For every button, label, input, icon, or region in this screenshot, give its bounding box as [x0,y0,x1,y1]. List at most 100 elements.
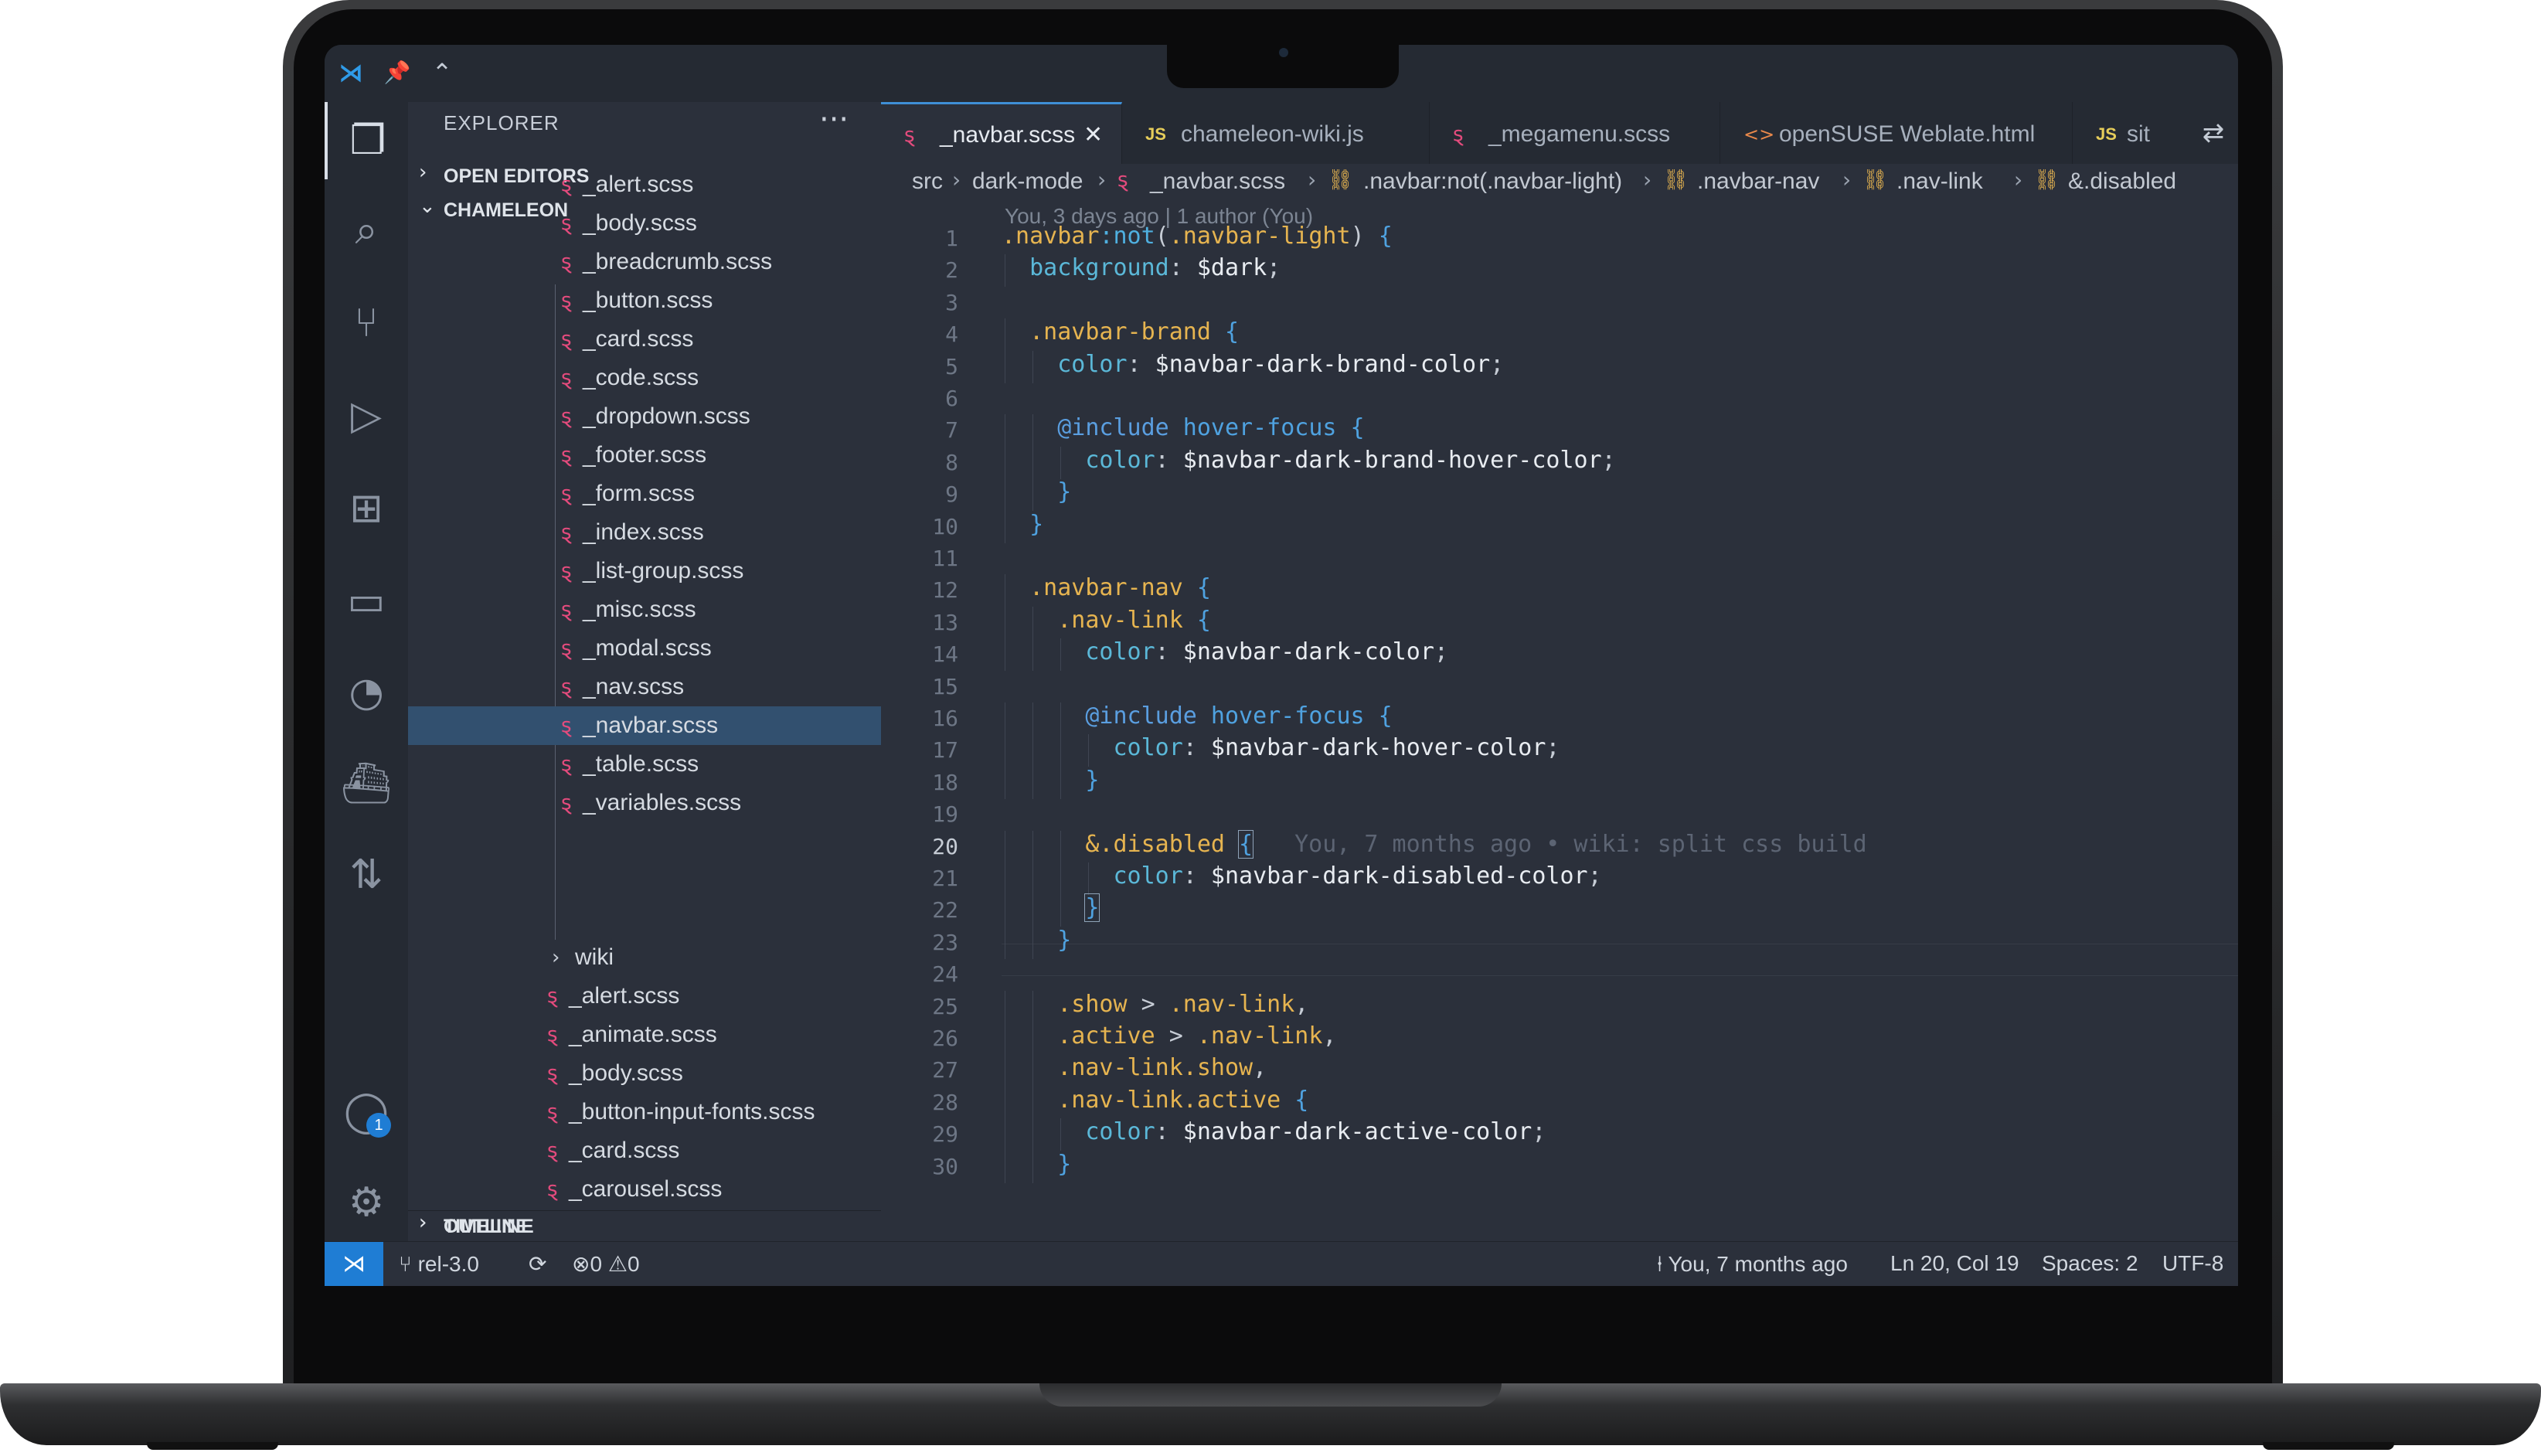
source-control-icon[interactable]: ⑂ [325,284,408,362]
code-line[interactable]: } [1057,478,1071,505]
docker-icon[interactable]: ⛴ [325,745,408,822]
tree-file-item[interactable]: ȿ _body.scss [408,1054,881,1093]
remote-icon[interactable]: ⋊ [325,1242,383,1286]
extensions-icon[interactable]: ⊞ [325,470,408,547]
sync-icon[interactable]: ⟳ [529,1251,546,1277]
remote-explorer-icon[interactable]: ▭ [325,563,408,640]
tree-file-item[interactable]: ȿ _body.scss [408,204,881,243]
code-line[interactable]: color: $navbar-dark-brand-hover-color; [1085,447,1615,474]
tree-file-item[interactable]: ȿ _alert.scss [408,977,881,1015]
section-timeline[interactable]: › TIMELINE [408,1210,881,1242]
symbol-selector-icon: ⛓ [1328,168,1354,192]
inline-blame-annotation[interactable]: You, 7 months ago • wiki: split css buil… [1294,831,1867,858]
branch-status[interactable]: ⑂ rel-3.0 [399,1251,479,1277]
tab-megamenu-scss[interactable]: ȿ _megamenu.scss [1430,102,1720,164]
folder-wiki[interactable]: › wiki [408,938,881,977]
breadcrumb-item[interactable]: _navbar.scss [1150,168,1285,195]
search-icon[interactable]: ⌕ [325,192,408,269]
tree-file-item[interactable]: ȿ _form.scss [408,475,881,513]
code-line[interactable]: } [1057,927,1071,954]
run-debug-icon[interactable]: ▷ [325,377,408,454]
code-line[interactable]: .nav-link.show, [1057,1054,1267,1081]
tree-file-item[interactable]: ȿ _table.scss [408,745,881,784]
chevron-up-icon[interactable]: ⌃ [425,56,459,90]
breadcrumb-item[interactable]: &.disabled [2068,168,2176,195]
code-line[interactable]: &.disabled {You, 7 months ago • wiki: sp… [1085,829,1867,859]
sass-file-icon: ȿ [547,1101,558,1124]
tab-opensuse-weblate-html[interactable]: <> openSUSE Weblate.html [1720,102,2073,164]
sass-file-icon: ȿ [561,328,572,351]
settings-gear-icon[interactable]: ⚙ [325,1164,408,1241]
breadcrumb-item[interactable]: dark-mode [972,168,1083,195]
tree-file-item[interactable]: ȿ _carousel.scss [408,1170,881,1209]
indent-guide [1088,862,1090,895]
sass-file-icon: ȿ [547,1139,558,1162]
indent-guide [1060,446,1062,479]
code-line[interactable]: .show > .nav-link, [1057,991,1308,1018]
pull-requests-icon[interactable]: ⇅ [325,836,408,913]
code-line[interactable]: } [1085,767,1099,794]
tree-file-label: _button-input-fonts.scss [569,1099,815,1124]
breadcrumb-item[interactable]: src [912,168,943,195]
tree-file-item[interactable]: ȿ _breadcrumb.scss [408,243,881,281]
tree-file-item[interactable]: ȿ _list-group.scss [408,552,881,590]
breadcrumb-item[interactable]: .nav-link [1896,168,1983,195]
tree-file-item[interactable]: ȿ _modal.scss [408,629,881,668]
code-line[interactable]: background: $dark; [1029,254,1281,281]
tree-file-item[interactable]: ȿ _animate.scss [408,1015,881,1054]
code-line[interactable]: .nav-link.active { [1057,1087,1308,1114]
tree-file-item[interactable]: ȿ _card.scss [408,1131,881,1170]
code-line[interactable]: .navbar:not(.navbar-light) { [1002,223,1393,250]
code-line[interactable]: .nav-link { [1057,607,1211,634]
cursor-position[interactable]: Ln 20, Col 19 [1890,1251,2019,1276]
code-line[interactable]: color: $navbar-dark-disabled-color; [1113,862,1601,890]
code-line[interactable]: color: $navbar-dark-brand-color; [1057,351,1504,378]
breadcrumb-item[interactable]: .navbar:not(.navbar-light) [1363,168,1622,195]
pin-icon[interactable]: 📌 [380,56,414,90]
close-tab-icon[interactable]: ✕ [1083,104,1103,164]
compare-changes-icon[interactable]: ⇄ [2189,102,2238,164]
code-line[interactable]: } [1029,511,1043,538]
code-token: } [1085,766,1100,794]
tree-file-item[interactable]: ȿ _variables.scss [408,784,881,822]
code-line[interactable]: .navbar-nav { [1029,574,1211,601]
line-number: 16 [932,706,958,731]
accounts-icon[interactable]: ◯ 1 [325,1073,408,1150]
tab-navbar-scss[interactable]: ȿ _navbar.scss ✕ [881,102,1122,164]
indentation[interactable]: Spaces: 2 [2042,1251,2138,1276]
tree-file-item[interactable]: ȿ _navbar.scss [408,706,881,745]
tree-file-item[interactable]: ȿ _dropdown.scss [408,397,881,436]
tree-file-item[interactable]: ȿ _index.scss [408,513,881,552]
tree-file-item[interactable]: ȿ _card.scss [408,320,881,359]
tree-file-item[interactable]: ȿ _footer.scss [408,436,881,475]
code-line[interactable]: color: $navbar-dark-active-color; [1085,1118,1546,1145]
tab-chameleon-wiki-js[interactable]: JS chameleon-wiki.js [1122,102,1430,164]
line-number: 19 [932,801,958,828]
sass-file-icon: ȿ [547,985,558,1008]
code-line[interactable]: color: $navbar-dark-hover-color; [1113,734,1560,761]
tree-file-item[interactable]: ȿ _button.scss [408,281,881,320]
breadcrumb: src › dark-mode › ȿ _navbar.scss › ⛓ .na… [881,164,2238,201]
tree-file-item[interactable]: ȿ _button-input-fonts.scss [408,1093,881,1131]
blame-status[interactable]: ⍿ You, 7 months ago [1657,1251,1848,1277]
tree-file-item[interactable]: ȿ _alert.scss [408,165,881,204]
encoding[interactable]: UTF-8 [2162,1251,2223,1276]
tree-file-item[interactable]: ȿ _misc.scss [408,590,881,629]
problems-status[interactable]: ⊗0 ⚠0 [572,1251,640,1277]
code-line[interactable]: @include hover-focus { [1085,702,1392,730]
tree-file-item[interactable]: ȿ _nav.scss [408,668,881,706]
code-line[interactable]: } [1084,893,1100,923]
tree-file-item[interactable]: ȿ _code.scss [408,359,881,397]
tree-file-label: _variables.scss [583,790,742,815]
explorer-icon[interactable]: ❐ [325,102,408,179]
code-line[interactable]: .navbar-brand { [1029,318,1239,345]
code-line[interactable]: .active > .nav-link, [1057,1022,1336,1049]
code-line[interactable]: color: $navbar-dark-color; [1085,638,1448,665]
more-actions-icon[interactable]: ··· [819,102,849,138]
breadcrumb-item[interactable]: .navbar-nav [1697,168,1819,195]
gitlens-icon[interactable]: ◔ [325,654,408,731]
tab-sit[interactable]: JS sit [2073,102,2189,164]
code-line[interactable]: } [1057,1151,1071,1178]
code-line[interactable]: @include hover-focus { [1057,414,1364,441]
